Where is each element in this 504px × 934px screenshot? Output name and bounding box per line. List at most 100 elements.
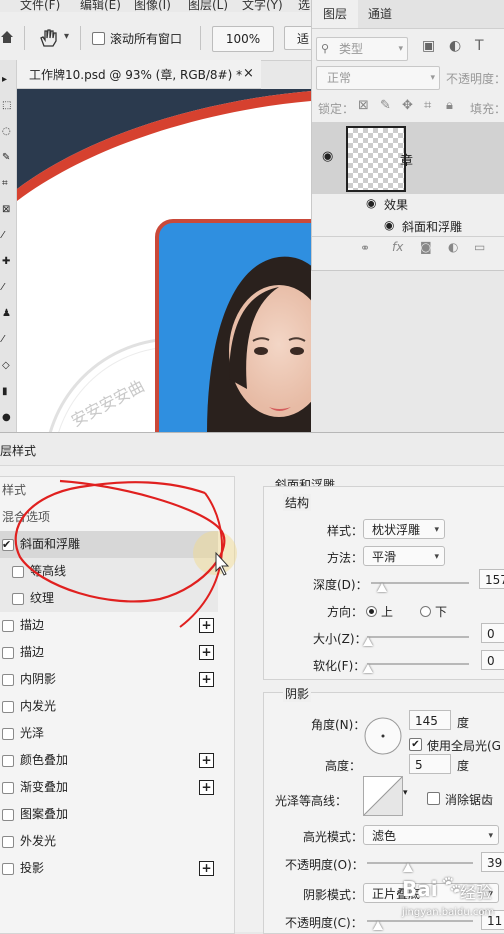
technique-select[interactable]: 平滑 ▾ [363,546,445,566]
quick-select-tool-icon[interactable]: ✎ [2,152,13,163]
lasso-tool-icon[interactable]: ◌ [2,126,13,137]
style-item-inner-glow[interactable]: 内发光 [0,693,218,720]
size-slider[interactable] [367,636,469,638]
color-overlay-checkbox[interactable] [2,755,14,767]
blend-mode-select[interactable]: 正常 ▾ [316,66,440,90]
add-stroke-2-icon[interactable]: + [199,645,214,660]
style-item-color-overlay[interactable]: 颜色叠加 + [0,747,218,774]
lock-brush-icon[interactable]: ✎ [380,98,391,113]
tab-layers[interactable]: 图层 [312,0,358,28]
chevron-down-icon[interactable]: ▾ [403,788,408,798]
style-item-satin[interactable]: 光泽 [0,720,218,747]
satin-checkbox[interactable] [2,728,14,740]
style-item-gradient-overlay[interactable]: 渐变叠加 + [0,774,218,801]
add-gradient-overlay-icon[interactable]: + [199,780,214,795]
marquee-tool-icon[interactable]: ⬚ [2,100,13,111]
menu-layer[interactable]: 图层(L) [188,0,228,12]
crop-tool-icon[interactable]: ⌗ [2,178,13,189]
gradient-overlay-checkbox[interactable] [2,782,14,794]
document-tab[interactable]: 工作牌10.psd @ 93% (章, RGB/8#) * × [17,60,261,89]
style-item-inner-shadow[interactable]: 内阴影 + [0,666,218,693]
angle-input[interactable]: 145 [409,710,451,730]
outer-glow-checkbox[interactable] [2,836,14,848]
depth-slider-knob[interactable] [377,583,387,592]
bevel-style-select[interactable]: 枕状浮雕 ▾ [363,519,445,539]
size-input[interactable]: 0 [481,623,504,643]
document-canvas[interactable]: 安安安安曲 [17,89,311,432]
stroke-2-checkbox[interactable] [2,647,14,659]
altitude-input[interactable]: 5 [409,754,451,774]
eyedropper-tool-icon[interactable]: ⁄ [2,230,13,241]
lock-all-icon[interactable]: 🔒︎ [446,98,453,113]
lock-transparent-icon[interactable]: ⊠ [358,98,369,113]
menu-image[interactable]: 图像(I) [134,0,171,12]
depth-input[interactable]: 157 [479,569,504,589]
folder-icon[interactable]: ▭ [474,240,485,254]
layer-row-stamp[interactable]: ◉ 章 [312,122,504,194]
soften-slider-knob[interactable] [363,664,373,673]
style-item-drop-shadow[interactable]: 投影 + [0,855,218,882]
add-drop-shadow-icon[interactable]: + [199,861,214,876]
style-item-outer-glow[interactable]: 外发光 [0,828,218,855]
angle-dial[interactable] [363,716,403,756]
global-light-checkbox[interactable]: ✔ [409,738,422,751]
layer-filter-select[interactable]: ⚲ 类型 ▾ [316,37,408,61]
style-item-stroke-2[interactable]: 描边 + [0,639,218,666]
menu-file[interactable]: 文件(F) [20,0,60,12]
size-slider-knob[interactable] [363,637,373,646]
hand-tool-icon[interactable] [38,28,60,48]
inner-shadow-checkbox[interactable] [2,674,14,686]
close-tab-icon[interactable]: × [243,66,254,81]
menu-type[interactable]: 文字(Y) [242,0,283,12]
adjustment-layer-icon[interactable]: ◐ [448,240,458,254]
menu-edit[interactable]: 编辑(E) [80,0,121,12]
effect-item-bevel[interactable]: 斜面和浮雕 [402,218,462,235]
frame-tool-icon[interactable]: ⊠ [2,204,13,215]
highlight-opacity-input[interactable]: 39 [481,852,504,872]
lock-move-icon[interactable]: ✥ [402,98,413,113]
eraser-tool-icon[interactable]: ◇ [2,360,13,371]
direction-up-radio[interactable] [366,606,377,617]
highlight-mode-select[interactable]: 滤色 ▾ [363,825,499,845]
shadow-opacity-knob[interactable] [373,921,383,930]
eye-visibility-icon[interactable]: ◉ [322,149,333,164]
add-color-overlay-icon[interactable]: + [199,753,214,768]
add-mask-icon[interactable]: ◙ [420,240,432,254]
healing-tool-icon[interactable]: ✚ [2,256,13,267]
inner-glow-checkbox[interactable] [2,701,14,713]
filter-adjustment-icon[interactable]: ◐ [449,38,461,54]
fx-icon[interactable]: fx [392,240,403,254]
soften-input[interactable]: 0 [481,650,504,670]
link-layers-icon[interactable]: ⚭ [360,241,370,255]
style-item-pattern-overlay[interactable]: 图案叠加 [0,801,218,828]
gloss-contour-preview[interactable] [363,776,403,816]
move-tool-icon[interactable]: ▸ [2,74,13,85]
add-inner-shadow-icon[interactable]: + [199,672,214,687]
zoom-100-button[interactable]: 100% [212,26,274,52]
lock-artboard-icon[interactable]: ⌗ [424,98,431,113]
soften-slider[interactable] [367,663,469,665]
blur-tool-icon[interactable]: ● [2,412,13,423]
tab-channels[interactable]: 通道 [360,0,400,28]
filter-type-icon[interactable]: T [475,38,484,54]
brush-tool-icon[interactable]: ⁄ [2,282,13,293]
anti-alias-checkbox[interactable] [427,792,440,805]
stamp-tool-icon[interactable]: ♟ [2,308,13,319]
history-brush-icon[interactable]: ⁄ [2,334,13,345]
highlight-opacity-slider[interactable] [367,862,473,864]
pattern-overlay-checkbox[interactable] [2,809,14,821]
layers-panel: 图层 通道 ⚲ 类型 ▾ ▣ ◐ T 正常 ▾ 不透明度： 锁定： ⊠ ✎ ✥ … [311,0,504,271]
effect-eye-icon[interactable]: ◉ [384,218,394,232]
red-annotation-loop [14,479,226,603]
direction-down-radio[interactable] [420,606,431,617]
scroll-all-windows-checkbox[interactable] [92,32,105,45]
highlight-opacity-knob[interactable] [403,863,413,872]
home-icon[interactable] [0,30,14,44]
drop-shadow-checkbox[interactable] [2,863,14,875]
effects-eye-icon[interactable]: ◉ [366,196,376,210]
divider [24,26,25,50]
filter-pixel-icon[interactable]: ▣ [422,38,435,54]
gradient-tool-icon[interactable]: ▮ [2,386,13,397]
chevron-down-icon[interactable]: ▾ [64,31,69,42]
menu-select[interactable]: 选 [298,0,310,12]
